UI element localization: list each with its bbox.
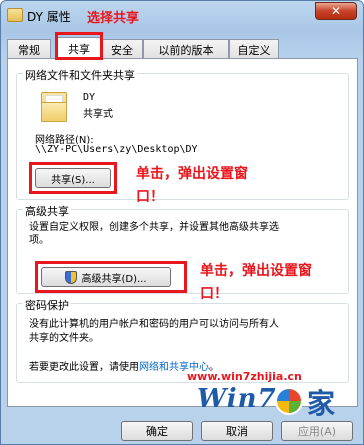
cancel-button[interactable]: 取消 (201, 421, 273, 441)
watermark-logo-text: Win7 (197, 384, 277, 414)
advanced-sharing-description: 设置自定义权限，创建多个共享，并设置其他高级共享选 项。 (29, 222, 279, 246)
ok-button[interactable]: 确定 (121, 421, 193, 441)
share-button-highlight (29, 162, 117, 194)
tab-previous-versions[interactable]: 以前的版本 (143, 39, 229, 59)
advanced-sharing-highlight (35, 261, 187, 293)
apply-button[interactable]: 应用(A) (281, 421, 353, 441)
windows-flag-icon (275, 387, 303, 415)
group-title: 网络文件和文件夹共享 (23, 67, 137, 83)
password-description: 没有此计算机的用户帐户和密码的用户可以访问与所有人 共享的文件夹。 (29, 319, 279, 344)
folder-icon (7, 8, 23, 22)
folder-name: DY (83, 92, 96, 103)
network-path-value: \\ZY-PC\Users\zy\Desktop\DY (35, 144, 198, 155)
tab-security[interactable]: 安全 (101, 39, 143, 59)
watermark-logo-char: 家 (307, 387, 336, 420)
group-title: 密码保护 (23, 297, 71, 313)
group-title: 高级共享 (23, 203, 71, 219)
advanced-annotation-line1: 单击，弹出设置窗 (200, 263, 312, 279)
close-button[interactable]: ✕ (315, 2, 357, 20)
properties-window: DY 属性 选择共享 ✕ 常规 共享 安全 以前的版本 自定义 网络文件和文件夹… (0, 0, 364, 445)
share-annotation-line1: 单击，弹出设置窗 (136, 166, 248, 182)
window-title: DY 属性 (27, 10, 71, 24)
watermark-logo: Win7 家 (197, 382, 359, 422)
sharing-panel: 网络文件和文件夹共享 DY 共享式 网络路径(N): \\ZY-PC\Users… (7, 58, 358, 407)
tab-general[interactable]: 常规 (7, 39, 51, 59)
tab-customize[interactable]: 自定义 (229, 39, 279, 59)
advanced-annotation-line2: 口！ (200, 286, 228, 302)
title-bar: DY 属性 选择共享 ✕ (1, 1, 363, 31)
sharing-tab-highlight (55, 32, 103, 60)
select-share-annotation: 选择共享 (87, 11, 140, 26)
folder-icon (41, 92, 67, 122)
share-annotation-line2: 口！ (136, 189, 164, 205)
folder-share-status: 共享式 (83, 109, 113, 120)
